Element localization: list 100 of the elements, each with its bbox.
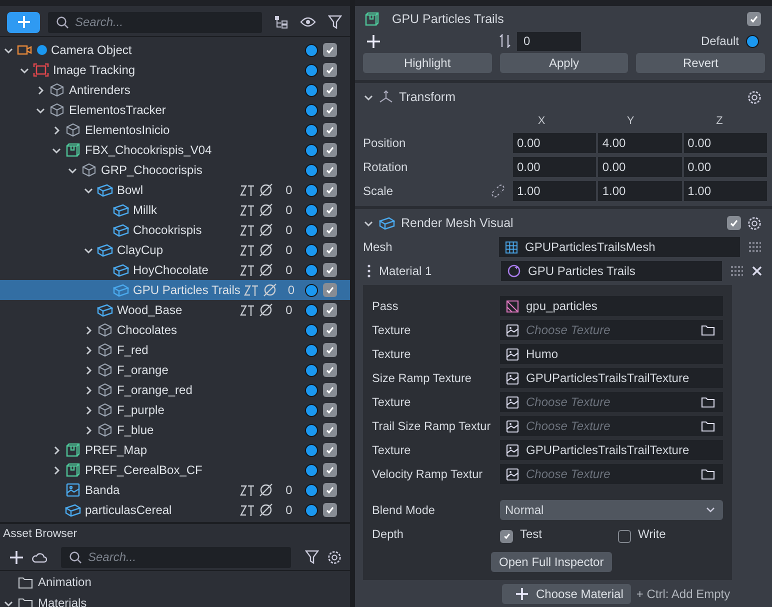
tree-row[interactable]: PREF_CerealBox_CF [0,460,350,480]
number-field[interactable]: 0.00 [513,157,596,177]
status-dot[interactable] [305,184,318,196]
status-dot[interactable] [305,384,318,396]
folder-icon[interactable] [701,324,715,336]
pass-field[interactable]: gpu_particles [500,296,723,316]
tree-row[interactable]: PREF_Map [0,440,350,460]
chevron-icon[interactable] [36,86,45,94]
search-field[interactable]: Search... [48,12,262,32]
tree-row[interactable]: particulasCereal 0 [0,500,350,520]
slashed-circle-icon[interactable] [258,223,274,237]
checkbox[interactable] [323,303,337,317]
checkbox[interactable] [323,323,337,337]
checkbox[interactable] [618,530,631,542]
checkbox[interactable] [323,363,337,377]
layer-icon[interactable] [239,303,255,317]
number-field[interactable]: 0.00 [684,157,767,177]
tree-row[interactable]: Wood_Base 0 [0,300,350,320]
chevron-icon[interactable] [84,246,93,254]
tree-row[interactable]: Antirenders [0,80,350,100]
chevron-icon[interactable] [52,466,61,474]
checkbox[interactable] [323,223,337,237]
layer-icon[interactable] [239,503,255,517]
tree-row[interactable]: Chocokrispis 0 [0,220,350,240]
tree-row[interactable]: Bowl 0 [0,180,350,200]
layer-icon[interactable] [239,183,255,197]
status-dot[interactable] [305,204,318,216]
open-inspector-button[interactable]: Open Full Inspector [491,552,612,572]
layer-icon[interactable] [239,263,255,277]
cloud-icon[interactable] [31,551,47,563]
status-dot[interactable] [305,304,318,316]
chevron-icon[interactable] [84,386,93,394]
tree-row[interactable]: GRP_Chococrispis [0,160,350,180]
layer-icon[interactable] [239,223,255,237]
tree-row[interactable]: F_orange [0,360,350,380]
checkbox[interactable] [727,216,741,230]
add-button[interactable] [7,12,40,32]
layer-icon[interactable] [239,483,255,497]
slashed-circle-icon[interactable] [258,263,274,277]
checkbox[interactable] [323,423,337,437]
filter-icon[interactable] [305,550,319,564]
action-button[interactable]: Apply [500,53,628,73]
checkbox[interactable] [323,103,337,117]
chevron-icon[interactable] [20,66,29,74]
chevron-icon[interactable] [84,326,93,334]
status-dot[interactable] [305,64,318,76]
tree-row[interactable]: ClayCup 0 [0,240,350,260]
folder-icon[interactable] [701,468,715,480]
slashed-circle-icon[interactable] [258,503,274,517]
sliders-icon[interactable] [748,241,762,253]
slashed-circle-icon[interactable] [258,303,274,317]
status-dot[interactable] [305,404,318,416]
status-dot[interactable] [305,424,318,436]
checkbox[interactable] [323,283,337,297]
blend-mode-dropdown[interactable]: Normal [500,500,723,520]
tree-row[interactable]: F_blue [0,420,350,440]
slashed-circle-icon[interactable] [258,483,274,497]
checkbox[interactable] [323,63,337,77]
chevron-icon[interactable] [84,186,93,194]
tree-row[interactable]: FBX_Chocokrispis_V04 [0,140,350,160]
checkbox[interactable] [323,483,337,497]
tree-row[interactable]: F_purple [0,400,350,420]
chevron-icon[interactable] [4,598,13,607]
folder-icon[interactable] [701,420,715,432]
action-button[interactable]: Revert [636,53,765,73]
hierarchy-icon[interactable] [274,15,288,29]
chevron-icon[interactable] [52,146,61,154]
folder-icon[interactable] [701,396,715,408]
texture-field[interactable]: Humo [500,344,723,364]
checkbox[interactable] [323,43,337,57]
status-dot[interactable] [305,224,318,236]
status-dot[interactable] [305,244,318,256]
status-dot[interactable] [305,284,318,296]
settings-icon[interactable] [327,550,342,564]
eye-icon[interactable] [300,16,316,28]
settings-icon[interactable] [747,216,762,230]
checkbox[interactable] [323,263,337,277]
checkbox[interactable] [323,243,337,257]
mesh-field[interactable]: GPUParticlesTrailsMesh [499,237,740,257]
status-dot[interactable] [305,344,318,356]
slashed-circle-icon[interactable] [258,183,274,197]
close-icon[interactable] [752,266,762,276]
chevron-icon[interactable] [84,366,93,374]
tree-row[interactable]: Millk 0 [0,200,350,220]
tree-row[interactable]: Image Tracking [0,60,350,80]
slashed-circle-icon[interactable] [258,203,274,217]
chevron-icon[interactable] [364,218,373,228]
status-dot[interactable] [305,484,318,496]
tree-row[interactable]: Banda 0 [0,480,350,500]
chevron-icon[interactable] [84,426,93,434]
tree-row[interactable]: GPU Particles Trails 0 [0,280,350,300]
checkbox[interactable] [323,443,337,457]
settings-icon[interactable] [747,90,762,104]
checkbox[interactable] [323,203,337,217]
slashed-circle-icon[interactable] [258,243,274,257]
tree-row[interactable]: Chocolates [0,320,350,340]
chevron-icon[interactable] [364,92,373,102]
checkbox[interactable] [323,343,337,357]
tree-row[interactable]: ElementosTracker [0,100,350,120]
order-field[interactable]: 0 [517,32,582,50]
